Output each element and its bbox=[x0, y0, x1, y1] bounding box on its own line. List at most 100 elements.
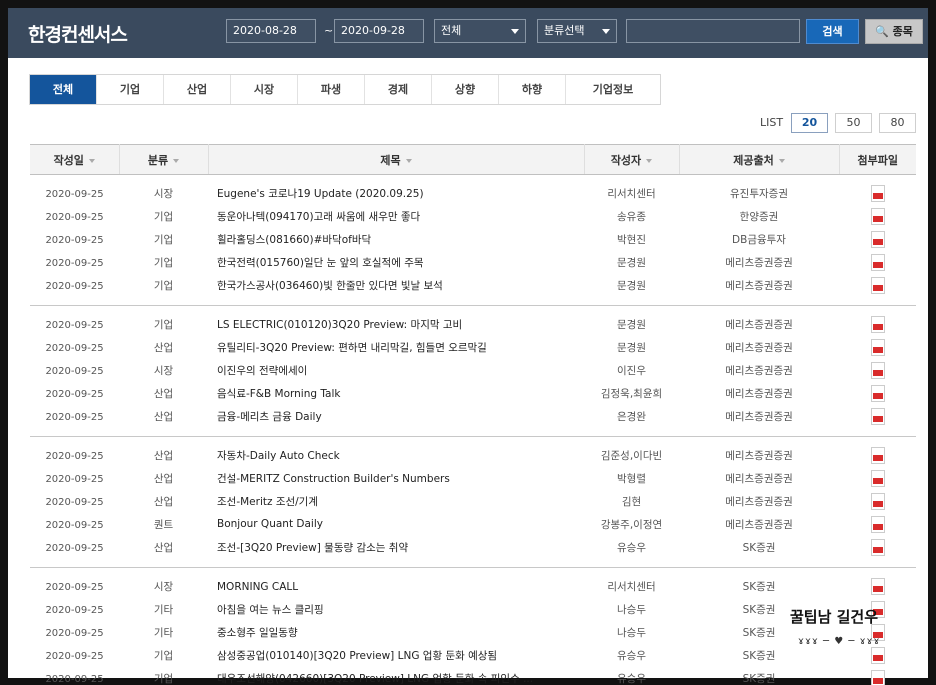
row-title-link[interactable]: 이진우의 전략에세이 bbox=[208, 359, 584, 382]
row-attachment bbox=[839, 405, 916, 428]
pdf-icon[interactable] bbox=[870, 384, 885, 402]
row-attachment bbox=[839, 444, 916, 467]
tab-downgrade[interactable]: 하향 bbox=[499, 75, 566, 104]
row-title-link[interactable]: 음식료-F&B Morning Talk bbox=[208, 382, 584, 405]
tab-company-info[interactable]: 기업정보 bbox=[566, 75, 660, 104]
row-title-link[interactable]: 아침을 여는 뉴스 클리핑 bbox=[208, 598, 584, 621]
table-row[interactable]: 2020-09-25 산업 조선-[3Q20 Preview] 물동량 감소는 취약… bbox=[30, 536, 916, 559]
pdf-icon[interactable] bbox=[870, 447, 885, 465]
tab-economy[interactable]: 경제 bbox=[365, 75, 432, 104]
table-row[interactable]: 2020-09-25 기업 삼성중공업(010140)[3Q20 Preview] … bbox=[30, 644, 916, 667]
row-attachment bbox=[839, 575, 916, 598]
row-title-link[interactable]: 유틸리티-3Q20 Preview: 편하면 내리막길, 힘들면 오르막길 bbox=[208, 336, 584, 359]
row-author: 유승우 bbox=[617, 541, 646, 554]
table-row[interactable]: 2020-09-25 퀀트 Bonjour Quant Daily 강봉주,이정연 메리… bbox=[30, 513, 916, 536]
row-title-link[interactable]: 건설-MERITZ Construction Builder's Numbers bbox=[208, 467, 584, 490]
row-category: 산업 bbox=[153, 473, 174, 486]
list-size-80-button[interactable]: 80 bbox=[879, 113, 916, 133]
table-row[interactable]: 2020-09-25 산업 음식료-F&B Morning Talk 김정욱,최윤희 메… bbox=[30, 382, 916, 405]
row-source: SK증권 bbox=[742, 581, 776, 594]
site-logo[interactable]: 한경컨센서스 bbox=[28, 20, 128, 47]
pdf-icon[interactable] bbox=[870, 316, 885, 334]
date-from-input[interactable]: 2020-08-28 bbox=[226, 19, 316, 43]
row-title-link[interactable]: Bonjour Quant Daily bbox=[208, 513, 584, 536]
table-row[interactable]: 2020-09-25 기업 동운아나텍(094170)고래 싸움에 새우만 좋다 송유… bbox=[30, 205, 916, 228]
row-title-link[interactable]: 한국가스공사(036460)빛 한줄만 있다면 빛날 보석 bbox=[208, 274, 584, 297]
row-date: 2020-09-25 bbox=[45, 234, 104, 246]
table-row[interactable]: 2020-09-25 산업 조선-Meritz 조선/기계 김현 메리츠증권증권 bbox=[30, 490, 916, 513]
column-header-date[interactable]: 작성일 bbox=[30, 144, 120, 175]
column-header-author[interactable]: 작성자 bbox=[584, 144, 680, 175]
pdf-icon[interactable] bbox=[870, 515, 885, 533]
row-source: SK증권 bbox=[742, 672, 776, 685]
pdf-icon[interactable] bbox=[870, 407, 885, 425]
pdf-icon[interactable] bbox=[870, 208, 885, 226]
search-input[interactable] bbox=[626, 19, 800, 43]
row-category: 퀀트 bbox=[153, 518, 174, 531]
row-title-link[interactable]: 금융-메리츠 금융 Daily bbox=[208, 405, 584, 428]
pdf-icon[interactable] bbox=[870, 276, 885, 294]
pdf-icon[interactable] bbox=[870, 470, 885, 488]
row-attachment bbox=[839, 183, 916, 206]
tab-industry[interactable]: 산업 bbox=[164, 75, 231, 104]
tab-company[interactable]: 기업 bbox=[97, 75, 164, 104]
row-title-link[interactable]: 한국전력(015760)일단 눈 앞의 호실적에 주목 bbox=[208, 251, 584, 274]
row-title-link[interactable]: 대우조선해양(042660)[3Q20 Preview] LNG 업황 둔화 속… bbox=[208, 667, 584, 685]
group-divider bbox=[30, 427, 916, 437]
pdf-icon[interactable] bbox=[870, 669, 885, 685]
chevron-down-icon bbox=[511, 29, 519, 34]
row-title-link[interactable]: MORNING CALL bbox=[208, 575, 584, 598]
pdf-icon[interactable] bbox=[870, 185, 885, 203]
tab-derivatives[interactable]: 파생 bbox=[298, 75, 365, 104]
row-title-link[interactable]: 동운아나텍(094170)고래 싸움에 새우만 좋다 bbox=[208, 205, 584, 228]
row-author: 이진우 bbox=[617, 364, 646, 377]
row-title-link[interactable]: Eugene's 코로나19 Update (2020.09.25) bbox=[208, 183, 584, 206]
row-title-link[interactable]: 휠라홀딩스(081660)#바닥of바닥 bbox=[208, 228, 584, 251]
category-select[interactable]: 분류선택 bbox=[537, 19, 617, 43]
pdf-icon[interactable] bbox=[870, 492, 885, 510]
column-header-category[interactable]: 분류 bbox=[119, 144, 209, 175]
list-size-50-button[interactable]: 50 bbox=[835, 113, 872, 133]
column-header-source[interactable]: 제공출처 bbox=[679, 144, 840, 175]
search-button[interactable]: 검색 bbox=[806, 19, 859, 44]
table-row[interactable]: 2020-09-25 기업 휠라홀딩스(081660)#바닥of바닥 박현진 DB금융투… bbox=[30, 228, 916, 251]
table-row[interactable]: 2020-09-25 산업 자동차-Daily Auto Check 김준성,이다빈 메… bbox=[30, 444, 916, 467]
stock-search-button[interactable]: 🔍 종목 bbox=[865, 19, 923, 44]
table-row[interactable]: 2020-09-25 시장 이진우의 전략에세이 이진우 메리츠증권증권 bbox=[30, 359, 916, 382]
row-title-link[interactable]: 조선-Meritz 조선/기계 bbox=[208, 490, 584, 513]
table-row[interactable]: 2020-09-25 기업 대우조선해양(042660)[3Q20 Preview]… bbox=[30, 667, 916, 685]
scope-select[interactable]: 전체 bbox=[434, 19, 526, 43]
table-row[interactable]: 2020-09-25 기업 한국전력(015760)일단 눈 앞의 호실적에 주목 문… bbox=[30, 251, 916, 274]
pdf-icon[interactable] bbox=[870, 339, 885, 357]
row-author: 리서치센터 bbox=[607, 188, 656, 201]
table-row[interactable]: 2020-09-25 산업 금융-메리츠 금융 Daily 은경완 메리츠증권증권 bbox=[30, 405, 916, 428]
table-row[interactable]: 2020-09-25 기업 한국가스공사(036460)빛 한줄만 있다면 빛날 보… bbox=[30, 274, 916, 297]
table-row[interactable]: 2020-09-25 기타 중소형주 일일동향 나승두 SK증권 bbox=[30, 621, 916, 644]
row-title-link[interactable]: 삼성중공업(010140)[3Q20 Preview] LNG 업황 둔화 예상… bbox=[208, 644, 584, 667]
row-title-link[interactable]: LS ELECTRIC(010120)3Q20 Preview: 마지막 고비 bbox=[208, 313, 584, 336]
row-title-link[interactable]: 중소형주 일일동향 bbox=[208, 621, 584, 644]
table-row[interactable]: 2020-09-25 기업 LS ELECTRIC(010120)3Q20 Prev… bbox=[30, 313, 916, 336]
pdf-icon[interactable] bbox=[870, 253, 885, 271]
pdf-icon[interactable] bbox=[870, 230, 885, 248]
top-bar: 한경컨센서스 2020-08-28 ~ 2020-09-28 전체 분류선택 검… bbox=[8, 8, 928, 58]
tab-all[interactable]: 전체 bbox=[30, 75, 97, 104]
list-size-20-button[interactable]: 20 bbox=[791, 113, 828, 133]
table-row[interactable]: 2020-09-25 시장 Eugene's 코로나19 Update (2020.… bbox=[30, 183, 916, 206]
group-divider bbox=[30, 558, 916, 568]
pdf-icon[interactable] bbox=[870, 646, 885, 664]
column-header-title[interactable]: 제목 bbox=[208, 144, 585, 175]
row-title-link[interactable]: 자동차-Daily Auto Check bbox=[208, 444, 584, 467]
date-to-input[interactable]: 2020-09-28 bbox=[334, 19, 424, 43]
row-source: 메리츠증권증권 bbox=[725, 256, 793, 269]
pdf-icon[interactable] bbox=[870, 361, 885, 379]
tab-upgrade[interactable]: 상향 bbox=[432, 75, 499, 104]
table-row[interactable]: 2020-09-25 산업 유틸리티-3Q20 Preview: 편하면 내리막길,… bbox=[30, 336, 916, 359]
table-row[interactable]: 2020-09-25 산업 건설-MERITZ Construction Build… bbox=[30, 467, 916, 490]
table-row[interactable]: 2020-09-25 시장 MORNING CALL 리서치센터 SK증권 bbox=[30, 575, 916, 598]
pdf-icon[interactable] bbox=[870, 578, 885, 596]
tab-market[interactable]: 시장 bbox=[231, 75, 298, 104]
row-title-link[interactable]: 조선-[3Q20 Preview] 물동량 감소는 취약 bbox=[208, 536, 584, 559]
table-row[interactable]: 2020-09-25 기타 아침을 여는 뉴스 클리핑 나승두 SK증권 bbox=[30, 598, 916, 621]
pdf-icon[interactable] bbox=[870, 538, 885, 556]
